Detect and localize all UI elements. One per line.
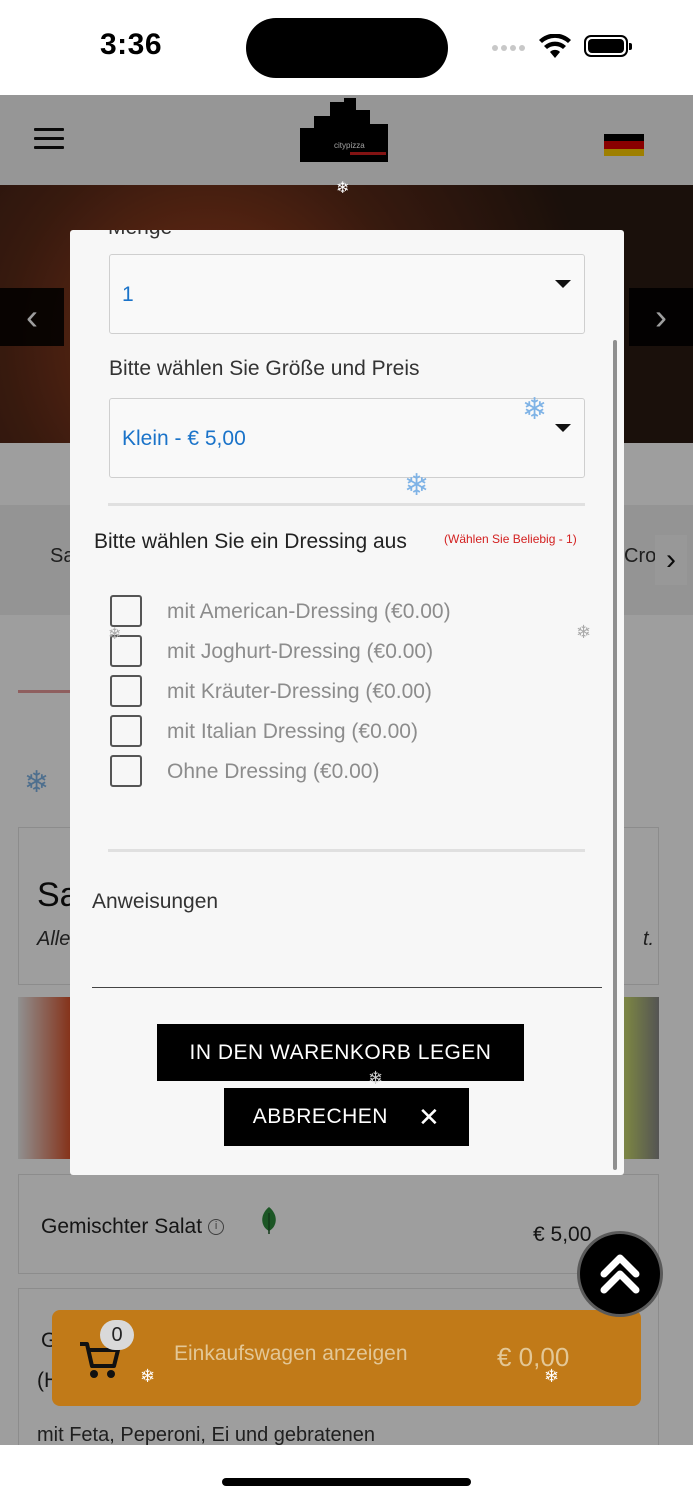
battery-icon <box>584 35 632 57</box>
dressing-label: Bitte wählen Sie ein Dressing aus <box>94 530 407 553</box>
snowflake-icon: ❄ <box>544 1366 560 1386</box>
checkbox[interactable] <box>110 675 142 707</box>
cancel-button[interactable]: ABBRECHEN ✕ <box>224 1088 469 1146</box>
size-price-select[interactable]: Klein - € 5,00 <box>109 398 585 478</box>
snowflake-icon: ❄ <box>522 393 548 426</box>
close-icon: ✕ <box>417 1101 441 1132</box>
home-bar <box>0 1445 693 1500</box>
scroll-to-top-button[interactable] <box>577 1231 663 1317</box>
quantity-label: Menge <box>108 230 172 240</box>
dressing-option-label: mit American-Dressing (€0.00) <box>167 600 451 623</box>
dressing-option-label: mit Kräuter-Dressing (€0.00) <box>167 680 432 703</box>
add-to-cart-modal: Menge 1 Bitte wählen Sie Größe und Preis… <box>70 230 624 1175</box>
quantity-select[interactable]: 1 <box>109 254 585 334</box>
snowflake-icon: ❄ <box>368 1068 384 1088</box>
size-price-label: Bitte wählen Sie Größe und Preis <box>109 357 420 380</box>
dynamic-island <box>246 18 448 78</box>
view-cart-bar[interactable]: 0 Einkaufswagen anzeigen € 0,00 ❄ ❄ <box>52 1310 641 1406</box>
quantity-value: 1 <box>122 283 134 306</box>
cart-count-badge: 0 <box>100 1320 134 1350</box>
double-chevron-up-icon <box>600 1254 640 1294</box>
view-cart-label: Einkaufswagen anzeigen <box>174 1342 408 1365</box>
divider <box>108 503 585 506</box>
add-to-cart-button[interactable]: IN DEN WARENKORB LEGEN <box>157 1024 524 1081</box>
dressing-option-label: mit Italian Dressing (€0.00) <box>167 720 418 743</box>
dropdown-caret-icon <box>555 280 571 288</box>
checkbox[interactable] <box>110 715 142 747</box>
snowflake-icon: ❄ <box>576 622 592 642</box>
divider <box>108 849 585 852</box>
dressing-hint: (Wählen Sie Beliebig - 1) <box>444 532 577 546</box>
wifi-icon <box>539 34 571 58</box>
cancel-button-label: ABBRECHEN <box>252 1105 388 1128</box>
snowflake-icon: ❄ <box>140 1366 156 1386</box>
dressing-option-label: Ohne Dressing (€0.00) <box>167 760 380 783</box>
instructions-input[interactable] <box>92 930 602 988</box>
checkbox[interactable] <box>110 755 142 787</box>
status-bar: 3:36 <box>0 0 693 95</box>
snowflake-icon: ❄ <box>108 626 122 643</box>
screen: 3:36 citypizza ‹ › Sa Cro › ❄ Sa Alle t.… <box>0 0 693 1500</box>
cellular-signal-icon <box>492 45 525 51</box>
snowflake-icon: ❄ <box>336 180 350 197</box>
dressing-option-label: mit Joghurt-Dressing (€0.00) <box>167 640 434 663</box>
modal-scrollbar[interactable] <box>613 340 617 1170</box>
dropdown-caret-icon <box>555 424 571 432</box>
instructions-label: Anweisungen <box>92 890 219 913</box>
status-time: 3:36 <box>100 28 163 61</box>
home-indicator[interactable] <box>222 1478 471 1486</box>
snowflake-icon: ❄ <box>404 469 430 502</box>
checkbox[interactable] <box>110 595 142 627</box>
size-price-value: Klein - € 5,00 <box>122 427 246 450</box>
